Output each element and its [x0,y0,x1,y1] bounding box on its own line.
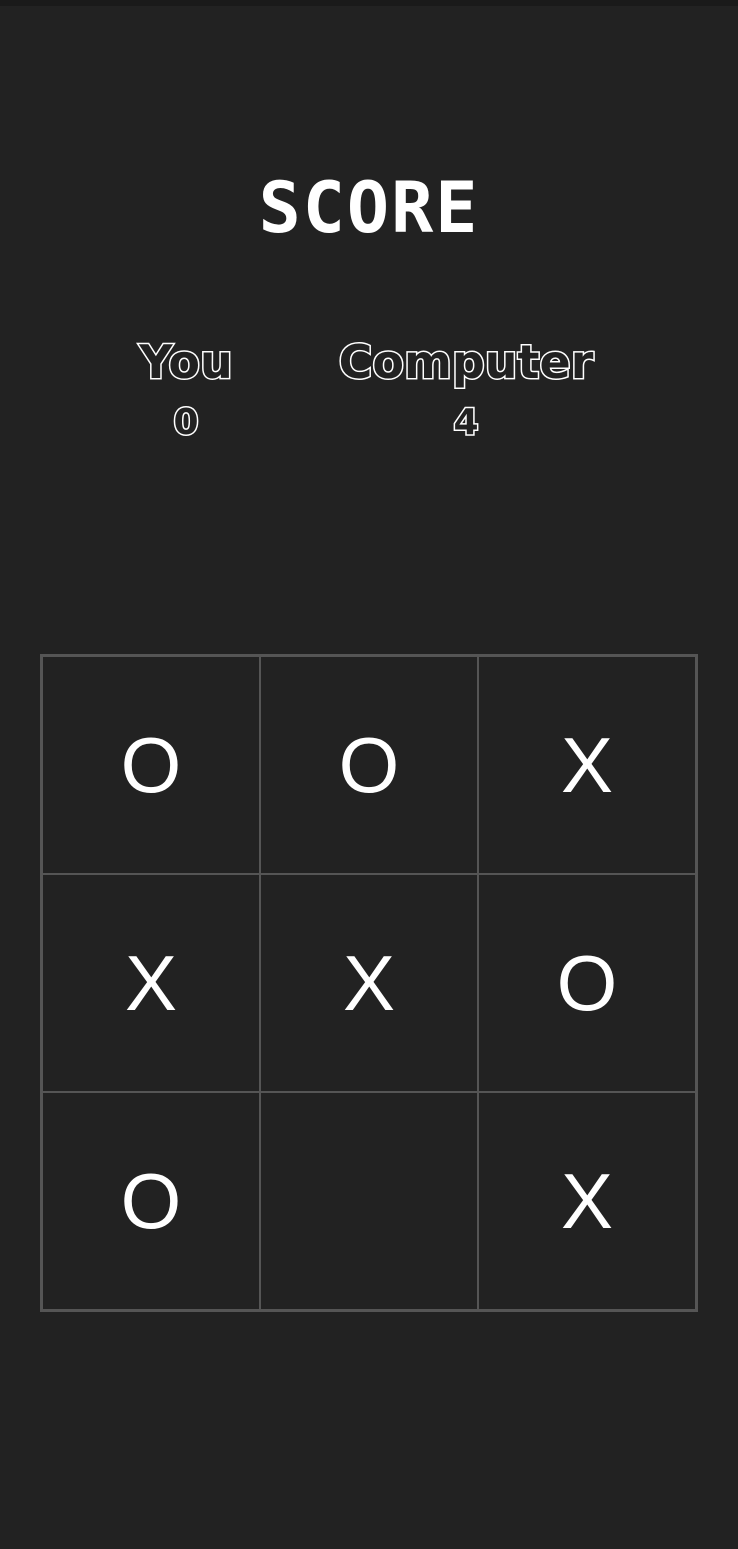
player-label-you: You [138,334,234,391]
player-score-computer: Computer 4 [316,332,616,448]
score-title: SCORE [258,167,480,249]
status-bar-strip [0,0,738,6]
board-cell-3[interactable]: X [478,656,696,874]
board-cell-5[interactable]: X [260,874,478,1092]
board-cell-6[interactable]: O [478,874,696,1092]
player-score-value-computer: 4 [452,401,480,445]
tic-tac-toe-board: O O X X X O O X [40,654,698,1312]
player-score-you: You 0 [96,332,276,448]
player-score-value-you: 0 [172,401,200,445]
board-cell-9[interactable]: X [478,1092,696,1310]
player-label-computer: Computer [337,334,595,391]
board-cell-1[interactable]: O [42,656,260,874]
board-cell-4[interactable]: X [42,874,260,1092]
board-cell-2[interactable]: O [260,656,478,874]
board-cell-8[interactable] [260,1092,478,1310]
board-cell-7[interactable]: O [42,1092,260,1310]
